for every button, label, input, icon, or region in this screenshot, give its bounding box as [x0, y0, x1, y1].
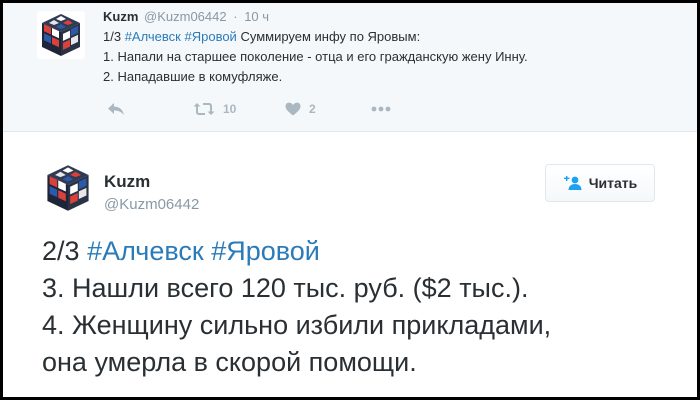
image-border [0, 0, 700, 400]
